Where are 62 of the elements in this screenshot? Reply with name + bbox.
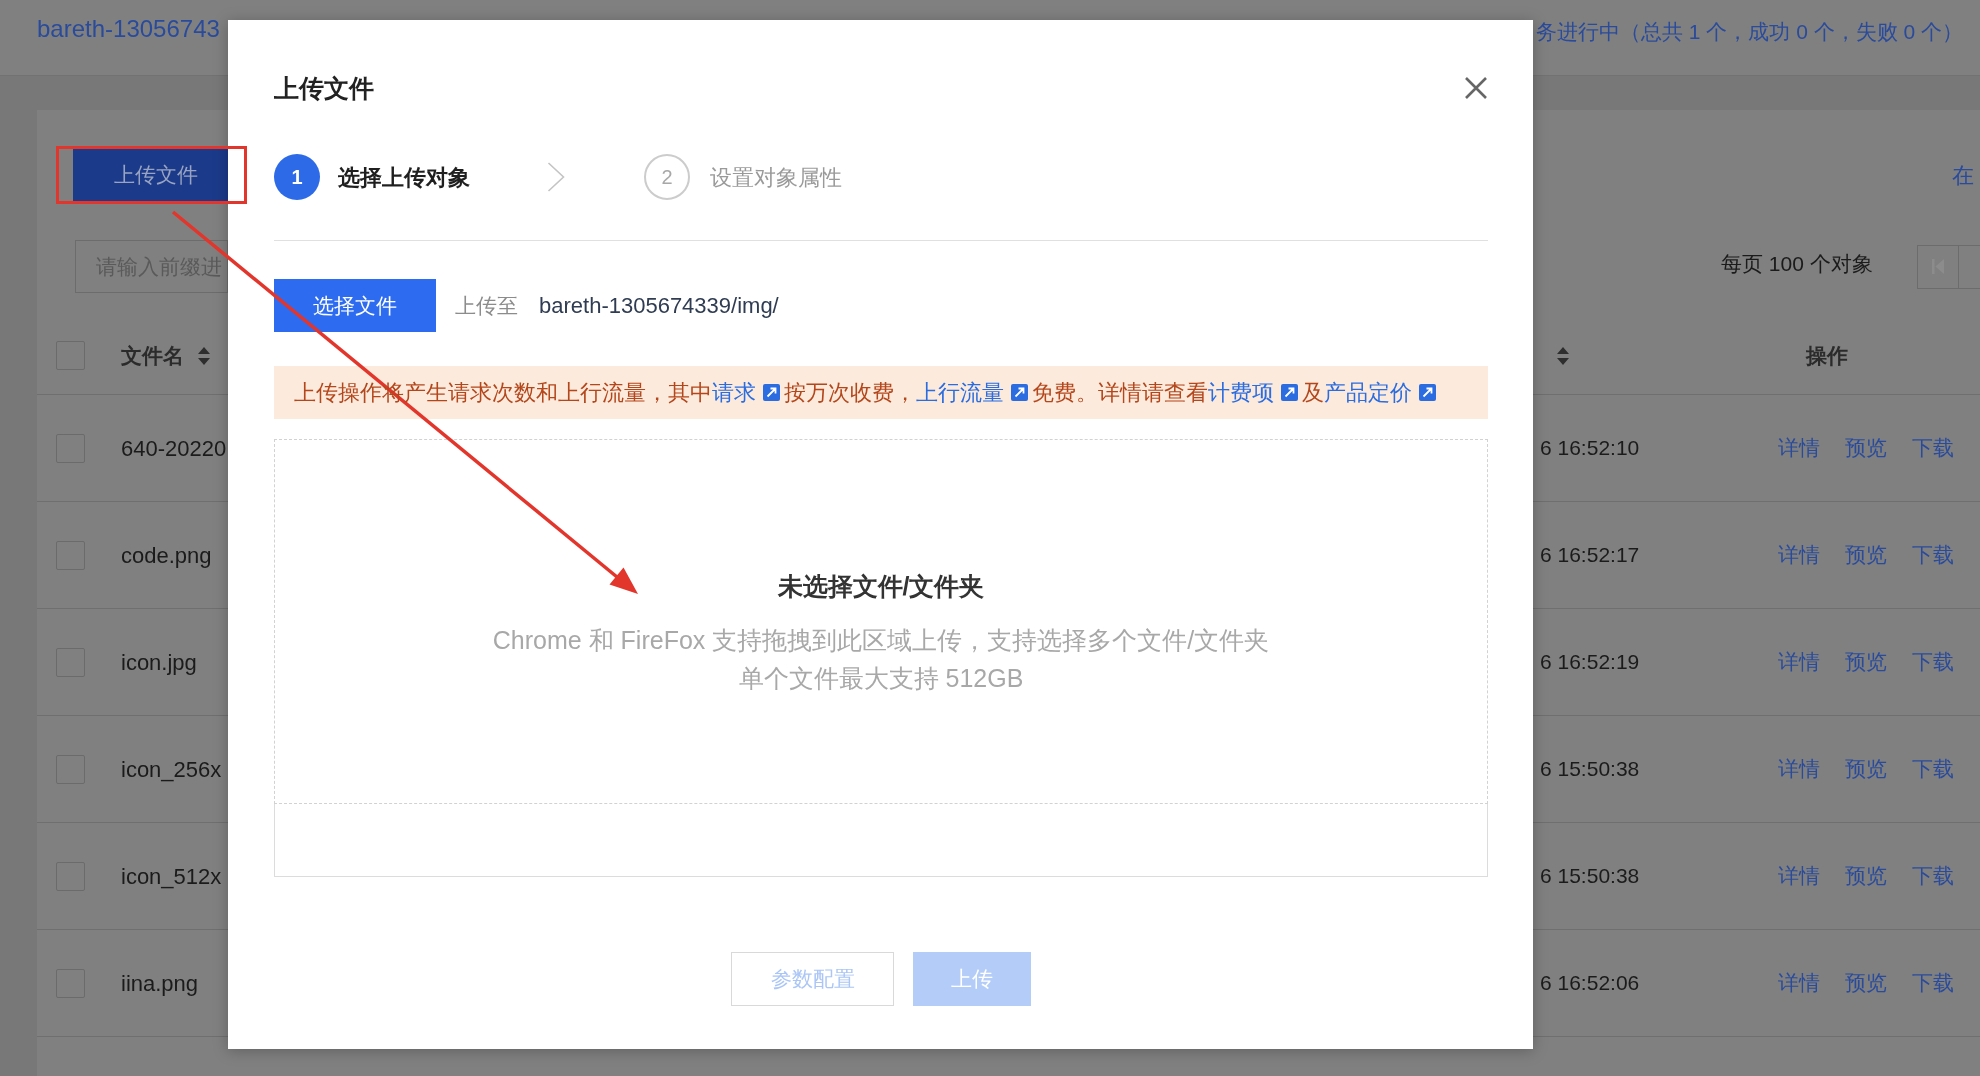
destination-path: bareth-1305674339/img/ [539, 292, 779, 320]
column-header: 文件名 [121, 342, 184, 369]
external-link-icon [1419, 384, 1436, 401]
external-link-icon [763, 384, 780, 401]
modified-time: 6 16:52:10 [1540, 436, 1640, 460]
row-action-link[interactable]: 详情 [1778, 432, 1820, 464]
file-name: 640-20220 [121, 435, 227, 461]
row-action-link[interactable]: 预览 [1845, 646, 1887, 678]
drop-zone-hint: Chrome 和 FireFox 支持拖拽到此区域上传，支持选择多个文件/文件夹 [492, 625, 1270, 656]
sort-icon[interactable] [198, 346, 210, 365]
row-action-link[interactable]: 预览 [1845, 753, 1887, 785]
file-name: icon_256x [121, 756, 222, 782]
sort-icon[interactable] [1557, 346, 1569, 365]
notice-link[interactable]: 上行流量 [916, 376, 1032, 409]
file-name: iina.png [121, 970, 199, 996]
row-action-link[interactable]: 详情 [1778, 753, 1820, 785]
modified-time: 6 15:50:38 [1540, 864, 1640, 888]
bucket-title: bareth-13056743 [37, 14, 220, 44]
drop-zone-title: 未选择文件/文件夹 [777, 571, 985, 602]
row-action-link[interactable]: 预览 [1845, 860, 1887, 892]
row-action-link[interactable]: 详情 [1778, 646, 1820, 678]
modified-time: 6 16:52:17 [1540, 543, 1640, 567]
modified-time: 6 16:52:06 [1540, 971, 1640, 995]
row-action-link[interactable]: 下载 [1912, 860, 1954, 892]
file-name: icon.jpg [121, 649, 197, 675]
step-number: 1 [274, 154, 320, 200]
row-action-link[interactable]: 预览 [1845, 967, 1887, 999]
row-action-link[interactable]: 预览 [1845, 432, 1887, 464]
external-link-icon [1281, 384, 1298, 401]
page-size-label: 每页 100 个对象 [1721, 250, 1873, 277]
select-file-button[interactable]: 选择文件 [274, 279, 436, 332]
close-icon [1464, 76, 1488, 100]
row-action-link[interactable]: 下载 [1912, 646, 1954, 678]
upload-file-button[interactable]: 上传文件 [73, 148, 228, 202]
step-label: 选择上传对象 [338, 163, 470, 192]
row-action-link[interactable]: 下载 [1912, 432, 1954, 464]
column-header: 操作 [1806, 342, 1848, 369]
notice-link[interactable]: 计费项 [1208, 376, 1302, 409]
notice-link[interactable]: 产品定价 [1324, 376, 1440, 409]
task-status-link[interactable]: 务进行中（总共 1 个，成功 0 个，失败 0 个） [1535, 17, 1963, 47]
notice-link[interactable]: 请求 [712, 376, 784, 409]
chevron-right-icon [547, 162, 565, 192]
row-action-link[interactable]: 详情 [1778, 860, 1820, 892]
step-number: 2 [644, 154, 690, 200]
dialog-title: 上传文件 [274, 73, 374, 104]
row-action-link[interactable]: 预览 [1845, 539, 1887, 571]
row-action-link[interactable]: 下载 [1912, 753, 1954, 785]
first-page-button[interactable] [1916, 244, 1959, 289]
file-name: icon_512x [121, 863, 222, 889]
step-label: 设置对象属性 [710, 163, 842, 192]
row-action-link[interactable]: 详情 [1778, 967, 1820, 999]
row-action-link[interactable]: 下载 [1912, 967, 1954, 999]
modified-time: 6 16:52:19 [1540, 650, 1640, 674]
toolbar-link[interactable]: 在 [1952, 158, 1974, 192]
destination-label: 上传至 [455, 292, 518, 319]
modified-time: 6 15:50:38 [1540, 757, 1640, 781]
row-action-link[interactable]: 详情 [1778, 539, 1820, 571]
external-link-icon [1011, 384, 1028, 401]
file-name: code.png [121, 542, 212, 568]
drop-zone-hint: 单个文件最大支持 512GB [738, 663, 1024, 694]
row-action-link[interactable]: 下载 [1912, 539, 1954, 571]
close-button[interactable] [1464, 76, 1488, 100]
